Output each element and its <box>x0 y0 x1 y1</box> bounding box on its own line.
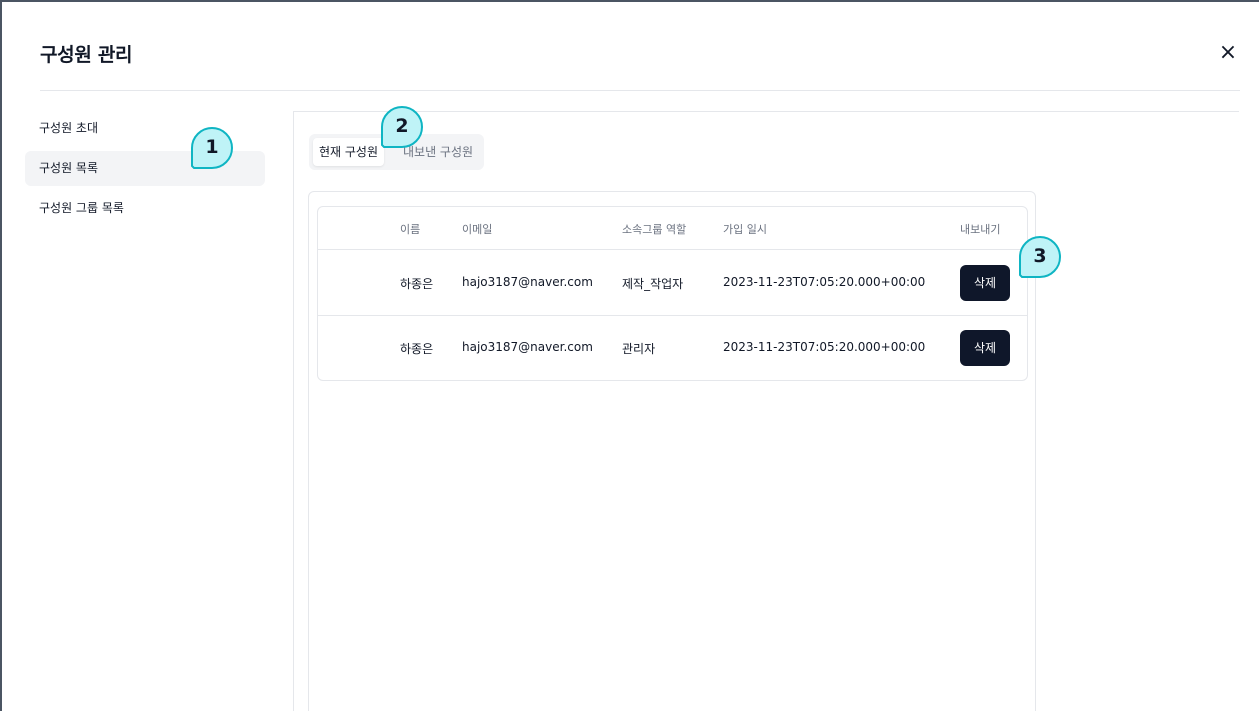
column-header-name: 이름 <box>400 223 421 236</box>
header-divider <box>40 90 1240 91</box>
close-icon[interactable]: × <box>1216 40 1240 66</box>
cell-joined: 2023-11-23T07:05:20.000+00:00 <box>723 275 926 289</box>
column-header-joined: 가입 일시 <box>723 223 767 236</box>
column-header-role: 소속그룹 역할 <box>622 223 687 236</box>
callout-number: 1 <box>205 136 219 158</box>
callout-badge-1: 1 <box>190 126 234 170</box>
cell-email: hajo3187@naver.com <box>462 340 593 354</box>
modal-title: 구성원 관리 <box>40 44 133 66</box>
callout-number: 2 <box>395 115 409 137</box>
cell-name: 하종은 <box>400 277 434 291</box>
content-left-border <box>293 111 294 711</box>
column-header-email: 이메일 <box>462 223 493 236</box>
row-divider <box>317 315 1028 316</box>
content-top-border <box>293 111 1239 112</box>
row-divider <box>317 249 1028 250</box>
callout-badge-3: 3 <box>1018 235 1062 279</box>
cell-email: hajo3187@naver.com <box>462 275 593 289</box>
delete-button[interactable]: 삭제 <box>960 330 1010 366</box>
cell-role: 제작_작업자 <box>622 277 684 291</box>
delete-button[interactable]: 삭제 <box>960 265 1010 301</box>
callout-badge-2: 2 <box>380 105 424 149</box>
sidebar-item-group-list[interactable]: 구성원 그룹 목록 <box>25 191 265 226</box>
callout-number: 3 <box>1033 245 1047 267</box>
column-header-export: 내보내기 <box>960 223 1001 236</box>
cell-joined: 2023-11-23T07:05:20.000+00:00 <box>723 340 926 354</box>
tab-current-members[interactable]: 현재 구성원 <box>313 138 385 166</box>
cell-name: 하종은 <box>400 342 434 356</box>
cell-role: 관리자 <box>622 342 656 356</box>
